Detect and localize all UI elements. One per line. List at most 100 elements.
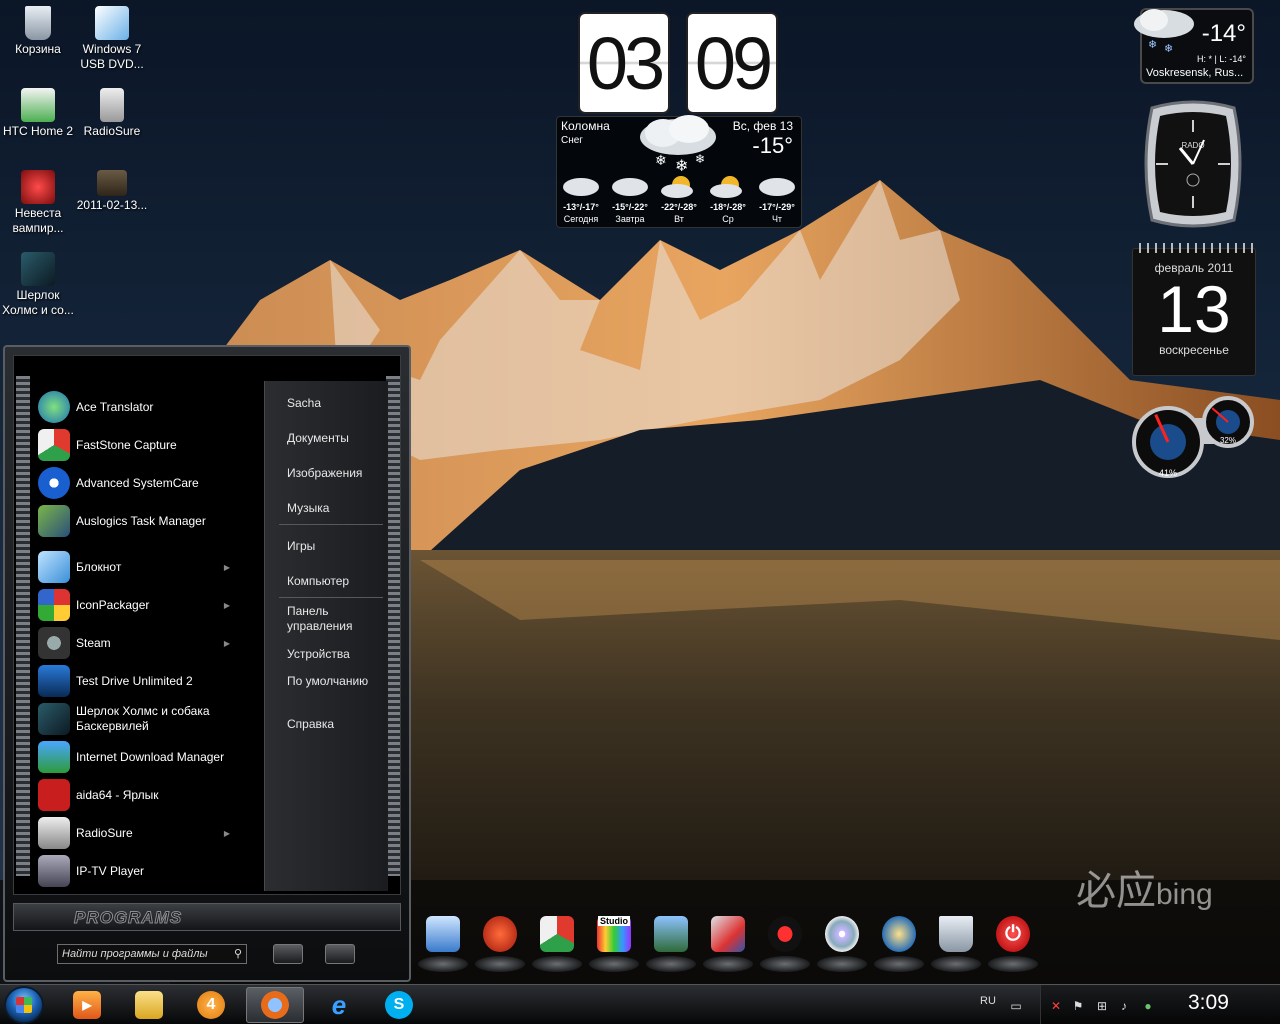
dock-item-control-tools[interactable] <box>703 912 753 972</box>
action-center-flag-icon[interactable]: ⚑ <box>1071 999 1085 1013</box>
shutdown-options-button[interactable] <box>325 944 355 964</box>
clock-minutes: 09 <box>686 12 778 114</box>
program-item-ace-translator[interactable]: Ace Translator <box>36 388 264 426</box>
snow-cloud-icon <box>563 178 599 196</box>
volume-icon[interactable]: ♪ <box>1117 999 1131 1013</box>
dock-item-network-globe[interactable] <box>874 912 924 972</box>
bing-watermark-chinese: 必应 <box>1076 869 1156 913</box>
program-item-sherlock-holmes[interactable]: Шерлок Холмс и собака Баскервилей <box>36 700 264 738</box>
rado-watch-gadget[interactable]: RADO <box>1138 100 1248 228</box>
place-item-pictures[interactable]: Изображения <box>287 466 387 481</box>
dock-item-ccleaner[interactable] <box>475 912 525 972</box>
dock-item-power[interactable]: ⏻ <box>988 912 1038 972</box>
dock: Studio ⏻ <box>418 912 1038 976</box>
cpu-value: 41% <box>1159 468 1177 478</box>
clock-weather-gadget[interactable]: 03 09 Коломна Снег Вс, фев 13 -15° ❄ ❄ ❄… <box>554 12 802 228</box>
dock-base <box>475 956 525 972</box>
place-item-control-panel[interactable]: Панель управления <box>287 604 387 634</box>
place-item-games[interactable]: Игры <box>287 539 387 554</box>
desktop-icon-sherlock[interactable]: Шерлок Холмс и со... <box>0 252 76 318</box>
program-item-ip-tv-player[interactable]: IP-TV Player <box>36 852 264 890</box>
program-item-internet-download-manager[interactable]: Internet Download Manager <box>36 738 264 776</box>
desktop-icon-htc-home[interactable]: HTC Home 2 <box>0 88 76 139</box>
calendar-gadget[interactable]: февраль 2011 13 воскресенье <box>1132 243 1257 376</box>
place-item-help[interactable]: Справка <box>287 717 387 732</box>
desktop-icon-usb-dvd-tool[interactable]: Windows 7 USB DVD... <box>74 6 150 72</box>
start-menu[interactable]: Ace Translator FastStone Capture Advance… <box>3 345 411 982</box>
start-search-input[interactable]: Найти программы и файлы ⚲ <box>57 944 247 964</box>
forecast-day: -17°/-29° Чт <box>753 175 801 225</box>
program-item-radiosure[interactable]: RadioSure ▶ <box>36 814 264 852</box>
dock-item-studio[interactable]: Studio <box>589 912 639 972</box>
submenu-arrow-icon: ▶ <box>223 600 230 610</box>
svg-text:❄: ❄ <box>695 152 705 166</box>
htc-home-icon <box>21 88 55 122</box>
program-item-steam[interactable]: Steam ▶ <box>36 624 264 662</box>
dock-base <box>931 956 981 972</box>
taskbar-item-skype[interactable]: S <box>370 987 428 1023</box>
svg-text:❄: ❄ <box>675 158 688 175</box>
language-indicator[interactable]: RU <box>980 995 996 1007</box>
start-menu-right-rail <box>386 376 400 876</box>
dock-item-recycle-bin[interactable] <box>931 912 981 972</box>
place-item-computer[interactable]: Компьютер <box>287 574 387 589</box>
show-hidden-icons-icon[interactable]: ▭ <box>1009 999 1023 1013</box>
taskbar-item-firefox[interactable] <box>246 987 304 1023</box>
network-icon[interactable]: ⊞ <box>1095 999 1109 1013</box>
desktop-icon-label: Windows 7 USB DVD... <box>80 42 144 71</box>
program-item-auslogics-task-manager[interactable]: Auslogics Task Manager <box>36 502 264 540</box>
program-item-aida64[interactable]: aida64 - Ярлык <box>36 776 264 814</box>
place-item-devices[interactable]: Устройства <box>287 647 387 662</box>
program-item-advanced-systemcare[interactable]: Advanced SystemCare <box>36 464 264 502</box>
dock-base <box>418 956 468 972</box>
dock-item-joystick[interactable] <box>760 912 810 972</box>
taskbar-clock[interactable]: 3:09 <box>1188 991 1229 1015</box>
desktop-icon-vampire-bride[interactable]: Невеста вампир... <box>0 170 76 236</box>
weather-panel: Коломна Снег Вс, фев 13 -15° ❄ ❄ ❄ -13°/… <box>556 115 802 228</box>
desktop-icon-video-file[interactable]: 2011-02-13... <box>74 170 150 213</box>
place-item-user[interactable]: Sacha <box>287 396 387 411</box>
dock-item-photo-viewer[interactable] <box>646 912 696 972</box>
taskbar-item-file-explorer[interactable] <box>120 987 178 1023</box>
cpu-meter-gadget[interactable]: 41% 32% <box>1132 392 1256 488</box>
dock-item-dvd[interactable] <box>817 912 867 972</box>
forecast-day: -22°/-28° Вт <box>655 175 703 225</box>
place-item-default-programs[interactable]: По умолчанию <box>287 674 387 689</box>
dock-item-faststone[interactable] <box>532 912 582 972</box>
ie4-icon: 4 <box>197 991 225 1019</box>
tray-app-icon[interactable]: ● <box>1141 999 1155 1013</box>
calendar-rings <box>1133 243 1257 253</box>
desktop-icon-label: Корзина <box>15 42 61 56</box>
desktop-icon-radiosure[interactable]: RadioSure <box>74 88 150 139</box>
place-item-music[interactable]: Музыка <box>287 501 387 516</box>
mini-weather-temperature: -14° <box>1201 20 1246 47</box>
dock-item-system-tools[interactable] <box>418 912 468 972</box>
desktop-icon-recycle-bin[interactable]: Корзина <box>0 6 76 57</box>
iconpackager-icon <box>38 589 70 621</box>
joystick-icon <box>768 916 802 952</box>
program-item-notepad[interactable]: Блокнот ▶ <box>36 548 264 586</box>
dock-base <box>988 956 1038 972</box>
skype-icon: S <box>385 991 413 1019</box>
mini-weather-location: Voskresensk, Rus... <box>1146 67 1244 79</box>
start-button[interactable] <box>4 986 44 1024</box>
weather-condition: Снег <box>561 135 583 146</box>
program-item-test-drive-unlimited-2[interactable]: Test Drive Unlimited 2 <box>36 662 264 700</box>
snow-cloud-icon: ❄ ❄ ❄ <box>640 115 716 175</box>
recycle-bin-icon <box>939 916 973 952</box>
place-item-documents[interactable]: Документы <box>287 431 387 446</box>
antivirus-icon[interactable]: ✕ <box>1049 999 1063 1013</box>
search-icon: ⚲ <box>233 948 242 960</box>
dock-base <box>532 956 582 972</box>
taskbar-item-internet-explorer[interactable]: e <box>310 987 368 1023</box>
submenu-arrow-icon: ▶ <box>223 828 230 838</box>
shutdown-button[interactable] <box>273 944 303 964</box>
taskbar-item-ie4[interactable]: 4 <box>182 987 240 1023</box>
faststone-icon <box>540 916 574 952</box>
mini-weather-gadget[interactable]: ❄ ❄ -14° H: * | L: -14° Voskresensk, Rus… <box>1134 8 1254 84</box>
all-programs-button[interactable]: PROGRAMS <box>13 903 401 931</box>
taskbar-item-media-player[interactable]: ▶ <box>58 987 116 1023</box>
program-item-faststone-capture[interactable]: FastStone Capture <box>36 426 264 464</box>
bing-watermark-latin: bing <box>1156 878 1213 911</box>
program-item-iconpackager[interactable]: IconPackager ▶ <box>36 586 264 624</box>
